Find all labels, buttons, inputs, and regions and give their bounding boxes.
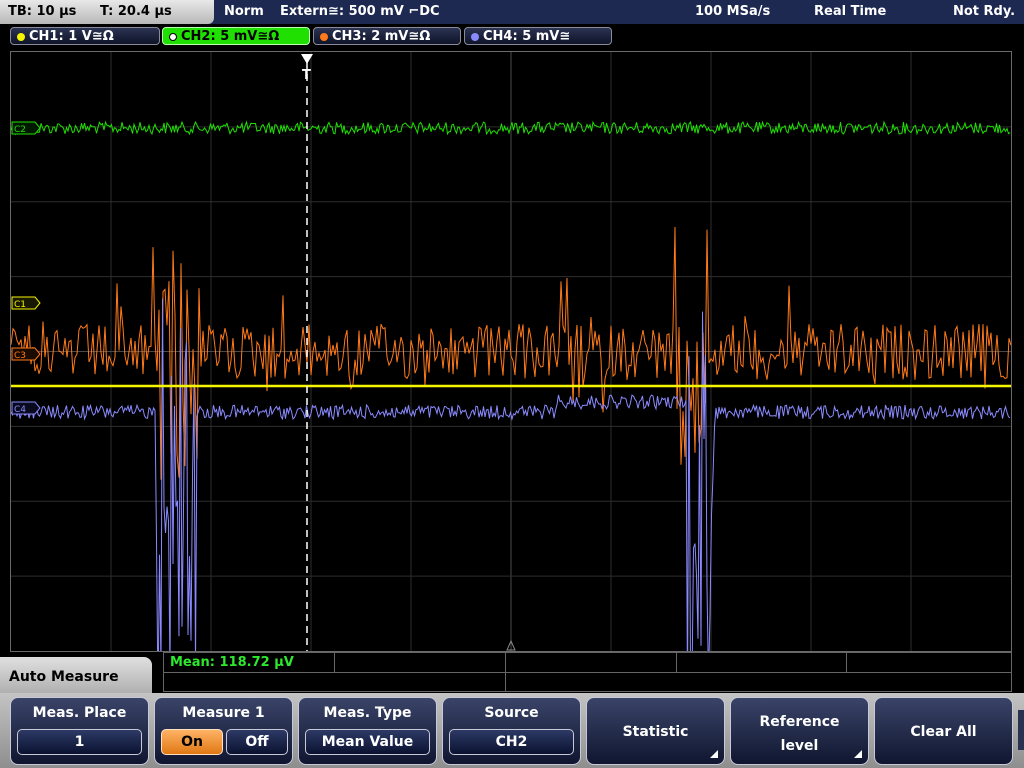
submenu-arrow-icon (710, 750, 718, 758)
acquisition-mode: Real Time (814, 4, 887, 19)
menu-title-tab: Auto Measure (0, 657, 152, 693)
measure1-softkey[interactable]: Measure 1 On Off (154, 697, 293, 765)
channel-tab-ch1[interactable]: CH1: 1 V≅Ω (10, 27, 160, 45)
ch2-offset-marker[interactable]: C2 (11, 121, 41, 135)
menu-title: Auto Measure (9, 669, 119, 685)
meas-type-softkey[interactable]: Meas. Type Mean Value (298, 697, 437, 765)
ch3-dot-icon (320, 33, 328, 41)
channel-tab-ch4[interactable]: CH4: 5 mV≅ (464, 27, 612, 45)
trigger-mode[interactable]: Norm (224, 4, 264, 19)
measurement-panel: Mean: 118.72 µV (163, 652, 1012, 692)
ch1-dot-icon (17, 33, 25, 41)
ch4-dot-icon (471, 33, 479, 41)
source-softkey[interactable]: Source CH2 (442, 697, 581, 765)
waveform-svg: T C2 C1 C3 C4 (11, 52, 1011, 651)
meas-place-value[interactable]: 1 (17, 729, 142, 755)
acquisition-state: Not Rdy. (953, 4, 1016, 19)
mean-measurement: Mean: 118.72 µV (170, 655, 294, 670)
channel-tab-ch2[interactable]: CH2: 5 mV≅Ω (162, 27, 310, 45)
sample-rate: 100 MSa/s (695, 4, 771, 19)
ch3-offset-marker[interactable]: C3 (11, 347, 41, 361)
ch4-offset-marker[interactable]: C4 (11, 401, 41, 415)
timebase-readout: TB: 10 µs (8, 4, 77, 19)
trigger-marker-label: T (302, 68, 311, 83)
menu-scroll-edge (1018, 710, 1024, 750)
trigger-source[interactable]: Extern≅: 500 mV ⌐DC (280, 4, 440, 19)
ch1-offset-marker[interactable]: C1 (11, 296, 41, 310)
status-bar: TB: 10 µs T: 20.4 µs Norm Extern≅: 500 m… (0, 0, 1024, 24)
svg-text:C1: C1 (14, 300, 26, 310)
trigger-time-readout: T: 20.4 µs (100, 4, 172, 19)
svg-text:C4: C4 (14, 405, 26, 415)
timebase-box[interactable]: TB: 10 µs T: 20.4 µs (0, 0, 214, 24)
meas-place-softkey[interactable]: Meas. Place 1 (10, 697, 149, 765)
svg-text:C2: C2 (14, 125, 26, 135)
waveform-display[interactable]: T C2 C1 C3 C4 (10, 51, 1012, 652)
channel-tab-ch3[interactable]: CH3: 2 mV≅Ω (313, 27, 461, 45)
source-value[interactable]: CH2 (449, 729, 574, 755)
reference-level-softkey[interactable]: Reference level (730, 697, 869, 765)
channel-bar: CH1: 1 V≅Ω CH2: 5 mV≅Ω CH3: 2 mV≅Ω CH4: … (0, 24, 1024, 49)
meas-type-value[interactable]: Mean Value (305, 729, 430, 755)
svg-text:C3: C3 (14, 351, 26, 361)
statistic-softkey[interactable]: Statistic (586, 697, 725, 765)
clear-all-softkey[interactable]: Clear All (874, 697, 1013, 765)
measure1-on-button[interactable]: On (161, 729, 223, 755)
submenu-arrow-icon (854, 750, 862, 758)
ch2-dot-icon (169, 33, 177, 41)
measure1-off-button[interactable]: Off (226, 729, 288, 755)
